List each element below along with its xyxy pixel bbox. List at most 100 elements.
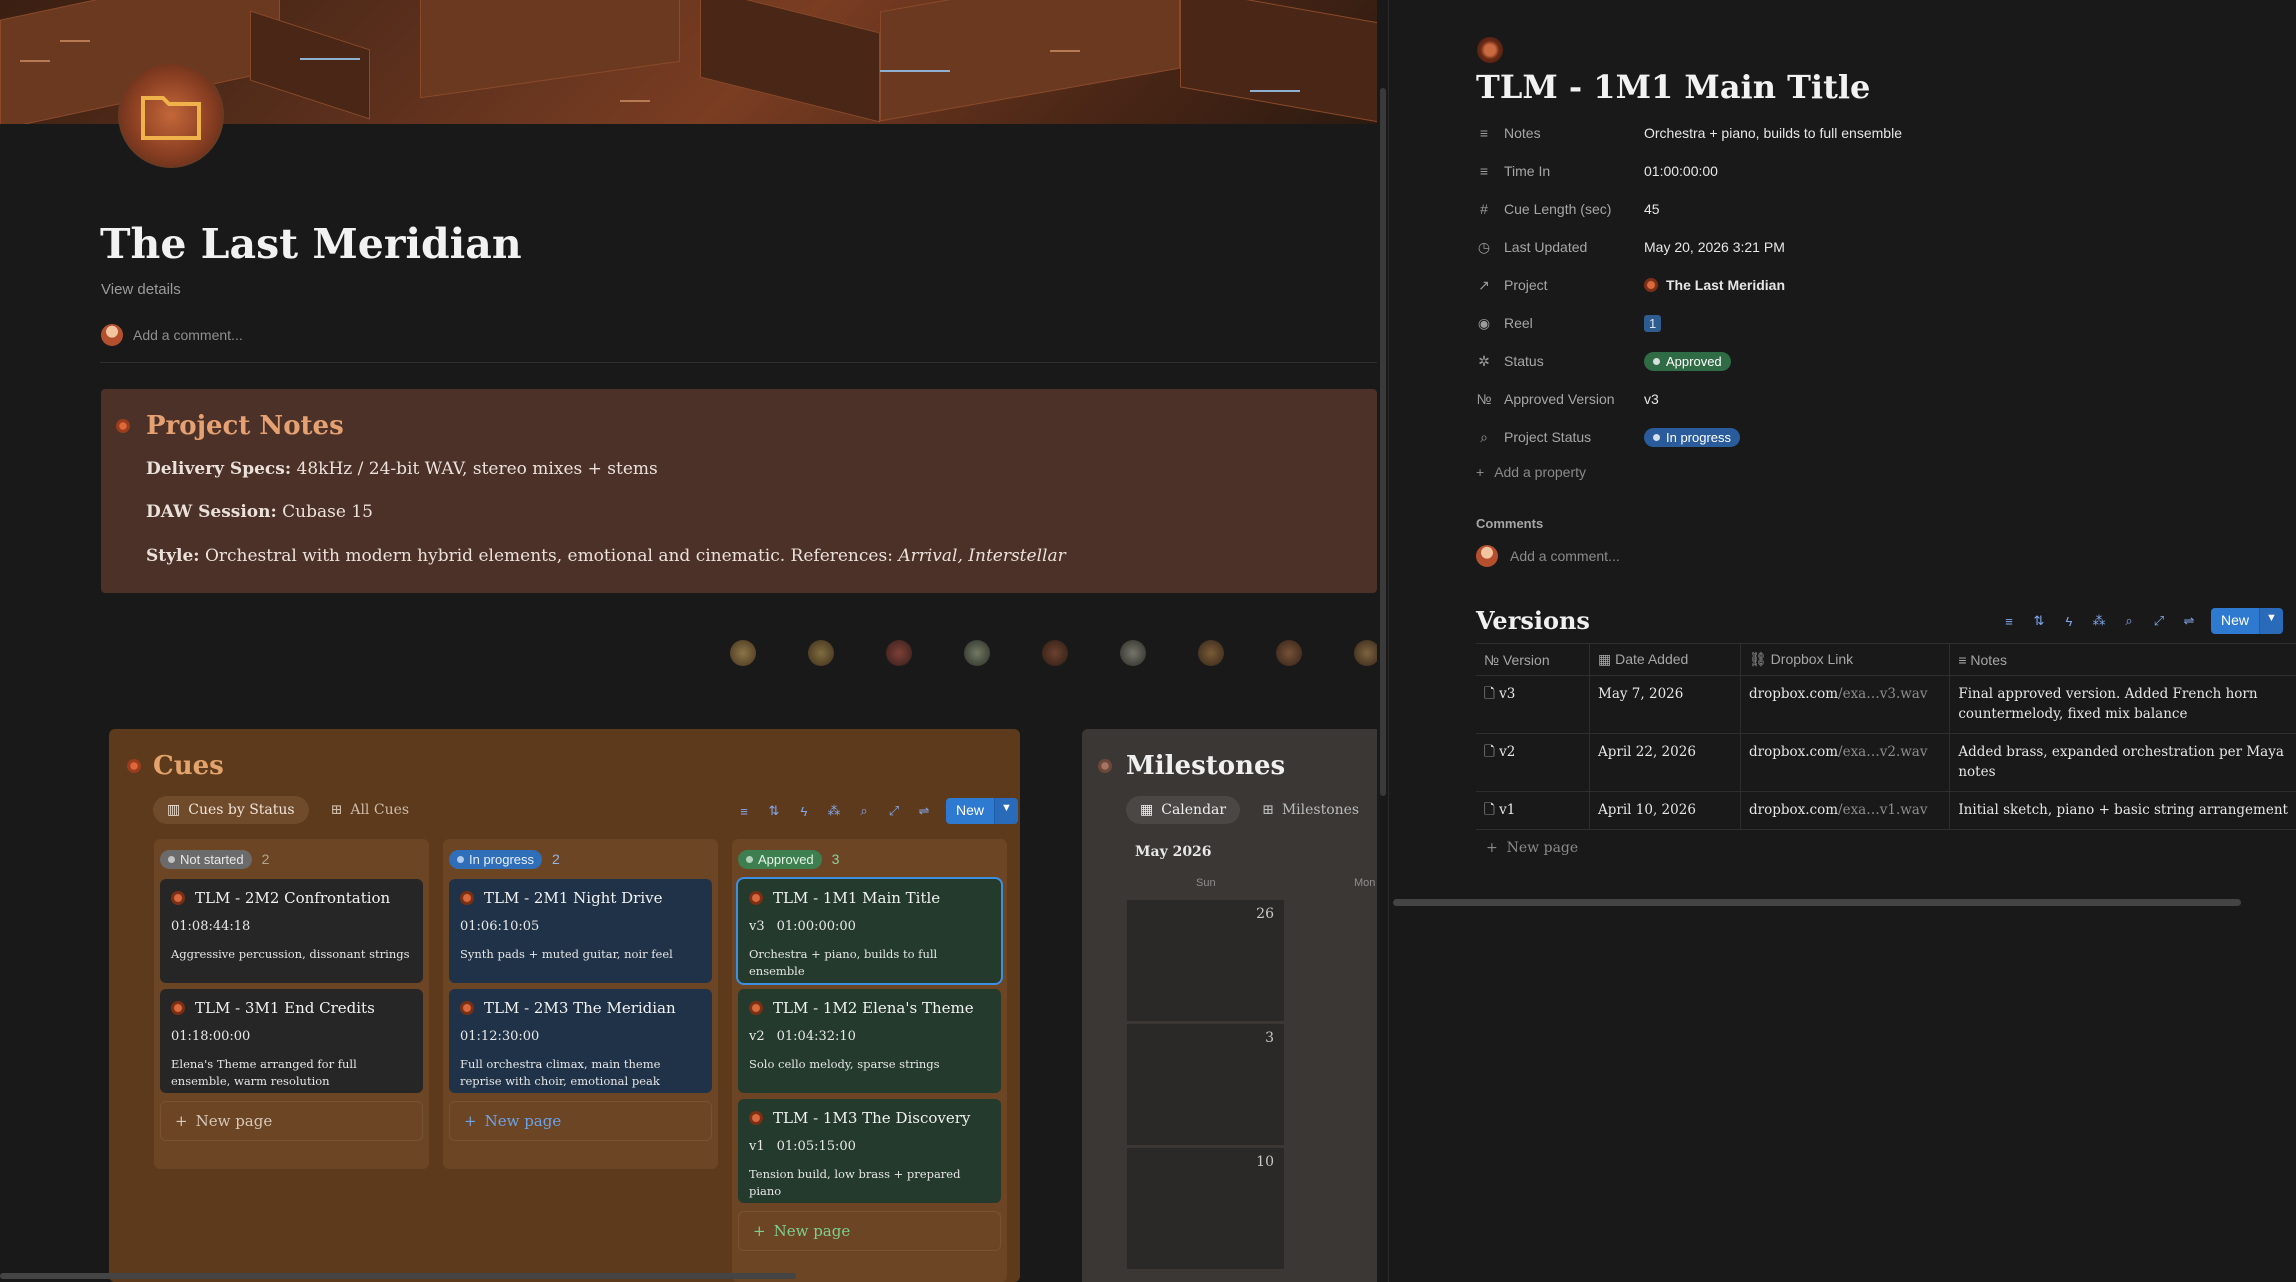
property-project[interactable]: ↗ Project The Last Meridian <box>1476 271 2276 299</box>
tab-milestones[interactable]: ⊞ Milestones <box>1248 796 1373 824</box>
calendar-day[interactable]: 3 <box>1127 1024 1284 1146</box>
settings-icon[interactable]: ⇌ <box>2181 613 2197 629</box>
table-icon: ⊞ <box>1262 802 1274 818</box>
cue-card[interactable]: TLM - 2M2 Confrontation 01:08:44:18 Aggr… <box>160 879 423 983</box>
column-count: 2 <box>261 851 270 867</box>
cue-card-selected[interactable]: TLM - 1M1 Main Title v3 01:00:00:00 Orche… <box>736 877 1003 985</box>
property-status[interactable]: ✲ Status Approved <box>1476 347 2276 375</box>
expand-icon[interactable]: ⤢ <box>886 803 902 819</box>
property-project-status[interactable]: ⌕ Project Status In progress <box>1476 423 2276 451</box>
column-header-notes[interactable]: ≡ Notes <box>1949 643 2296 676</box>
chevron-down-icon[interactable]: ▼ <box>994 798 1018 824</box>
cue-page-icon <box>749 1111 763 1125</box>
cue-card[interactable]: TLM - 3M1 End Credits 01:18:00:00 Elena'… <box>160 989 423 1093</box>
cue-card[interactable]: TLM - 1M2 Elena's Theme v2 01:04:32:10 So… <box>738 989 1001 1093</box>
relation-arrow-icon: ↗ <box>1478 276 1490 293</box>
new-page-button[interactable]: + New page <box>1486 840 1578 856</box>
decorative-lights <box>730 640 1377 670</box>
add-property-button[interactable]: + Add a property <box>1476 464 1586 480</box>
table-row[interactable]: 🗋 v3 May 7, 2026 dropbox.com/exa…v3.wav … <box>1476 675 2296 734</box>
plus-icon: + <box>1476 464 1485 480</box>
filter-icon[interactable]: ≡ <box>736 803 752 819</box>
project-link[interactable]: The Last Meridian <box>1666 277 1785 293</box>
new-page-button[interactable]: + New page <box>738 1211 1001 1251</box>
table-icon: ⊞ <box>330 802 343 818</box>
automation-icon[interactable]: ϟ <box>796 803 812 819</box>
hide-icon[interactable]: ⁂ <box>826 803 842 819</box>
new-page-button[interactable]: + New page <box>449 1101 712 1141</box>
column-approved: Approved 3 TLM - 1M1 Main Title v3 01:00:0… <box>732 839 1007 1282</box>
settings-icon[interactable]: ⇌ <box>916 803 932 819</box>
sort-icon[interactable]: ⇅ <box>766 803 782 819</box>
table-row[interactable]: 🗋 v1 April 10, 2026 dropbox.com/exa…v1.w… <box>1476 791 2296 830</box>
page-icon: 🗋 <box>1484 802 1495 818</box>
property-approved-version[interactable]: № Approved Version v3 <box>1476 385 2276 413</box>
chevron-down-icon[interactable]: ▼ <box>2259 608 2283 634</box>
new-cue-button[interactable]: New ▼ <box>946 798 1018 824</box>
notes-icon: ≡ <box>1958 651 1967 668</box>
page-icon: 🗋 <box>1484 744 1495 760</box>
horizontal-scrollbar[interactable] <box>0 1273 796 1279</box>
column-header-dropbox-link[interactable]: ⛓ Dropbox Link <box>1739 643 1950 676</box>
tab-calendar[interactable]: ▦ Calendar <box>1126 796 1241 824</box>
property-time-in[interactable]: ≡ Time In 01:00:00:00 <box>1476 157 2276 185</box>
horizontal-scrollbar[interactable] <box>1393 899 2241 906</box>
dropbox-link[interactable]: dropbox.com/exa…v3.wav <box>1739 675 1950 734</box>
project-page-icon <box>1644 278 1658 292</box>
folder-icon[interactable] <box>118 62 224 168</box>
expand-icon[interactable]: ⤢ <box>2151 613 2167 629</box>
automation-icon[interactable]: ϟ <box>2061 613 2077 629</box>
calendar-day[interactable]: 10 <box>1127 1148 1284 1270</box>
avatar <box>1476 545 1498 567</box>
new-page-button[interactable]: + New page <box>160 1101 423 1141</box>
column-count: 2 <box>552 851 560 867</box>
column-not-started: Not started 2 TLM - 2M2 Confrontation 01:… <box>154 839 429 1169</box>
property-reel[interactable]: ◉ Reel 1 <box>1476 309 2276 337</box>
property-cue-length[interactable]: # Cue Length (sec) 45 <box>1476 195 2276 223</box>
status-badge: In progress <box>449 849 543 869</box>
cues-title: Cues <box>127 751 224 781</box>
number-icon: № <box>1476 391 1492 407</box>
filter-icon[interactable]: ≡ <box>2001 613 2017 629</box>
column-count: 3 <box>831 851 840 867</box>
cue-page-icon <box>171 891 185 905</box>
page-title: The Last Meridian <box>100 220 522 268</box>
property-last-updated[interactable]: ◷ Last Updated May 20, 2026 3:21 PM <box>1476 233 2276 261</box>
add-comment-row[interactable]: Add a comment... <box>101 324 243 346</box>
board-icon: ▥ <box>167 802 181 818</box>
cue-page-icon <box>460 891 474 905</box>
hide-icon[interactable]: ⁂ <box>2091 613 2107 629</box>
cue-page-icon[interactable] <box>1477 37 1503 63</box>
sort-icon[interactable]: ⇅ <box>2031 613 2047 629</box>
column-header-version[interactable]: № Version <box>1476 643 1590 676</box>
calendar-icon: ▦ <box>1140 802 1154 818</box>
search-icon[interactable]: ⌕ <box>856 803 872 819</box>
daw-session-line: DAW Session: Cubase 15 <box>146 502 373 522</box>
milestones-title: Milestones <box>1098 751 1285 781</box>
dropbox-link[interactable]: dropbox.com/exa…v1.wav <box>1739 791 1950 830</box>
calendar-day[interactable]: 26 <box>1127 900 1284 1022</box>
column-in-progress: In progress 2 TLM - 2M1 Night Drive 01:06… <box>443 839 718 1169</box>
search-icon[interactable]: ⌕ <box>2121 613 2137 629</box>
property-notes[interactable]: ≡ Notes Orchestra + piano, builds to full… <box>1476 119 2276 147</box>
day-header-mon: Mon <box>1354 877 1376 889</box>
plus-icon: + <box>1486 840 1498 856</box>
view-details-link[interactable]: View details <box>101 281 181 298</box>
cue-page-icon <box>460 1001 474 1015</box>
page-icon: 🗋 <box>1484 686 1495 702</box>
select-icon: ◉ <box>1477 314 1491 331</box>
cue-card[interactable]: TLM - 1M3 The Discovery v1 01:05:15:00 Te… <box>738 1099 1001 1203</box>
add-comment-row[interactable]: Add a comment... <box>1476 545 1620 567</box>
tab-all-cues[interactable]: ⊞ All Cues <box>317 796 423 824</box>
column-header-date-added[interactable]: ▦ Date Added <box>1589 643 1741 676</box>
tab-cues-by-status[interactable]: ▥ Cues by Status <box>153 796 309 824</box>
clock-icon: ◷ <box>1477 238 1491 255</box>
dropbox-link[interactable]: dropbox.com/exa…v2.wav <box>1739 733 1950 792</box>
calendar-month: May 2026 <box>1135 844 1212 860</box>
detail-title[interactable]: TLM - 1M1 Main Title <box>1476 68 1870 106</box>
vertical-scrollbar[interactable] <box>1380 88 1386 796</box>
table-row[interactable]: 🗋 v2 April 22, 2026 dropbox.com/exa…v2.w… <box>1476 733 2296 792</box>
cue-card[interactable]: TLM - 2M1 Night Drive 01:06:10:05 Synth … <box>449 879 712 983</box>
new-version-button[interactable]: New ▼ <box>2211 608 2283 634</box>
cue-card[interactable]: TLM - 2M3 The Meridian 01:12:30:00 Full … <box>449 989 712 1093</box>
